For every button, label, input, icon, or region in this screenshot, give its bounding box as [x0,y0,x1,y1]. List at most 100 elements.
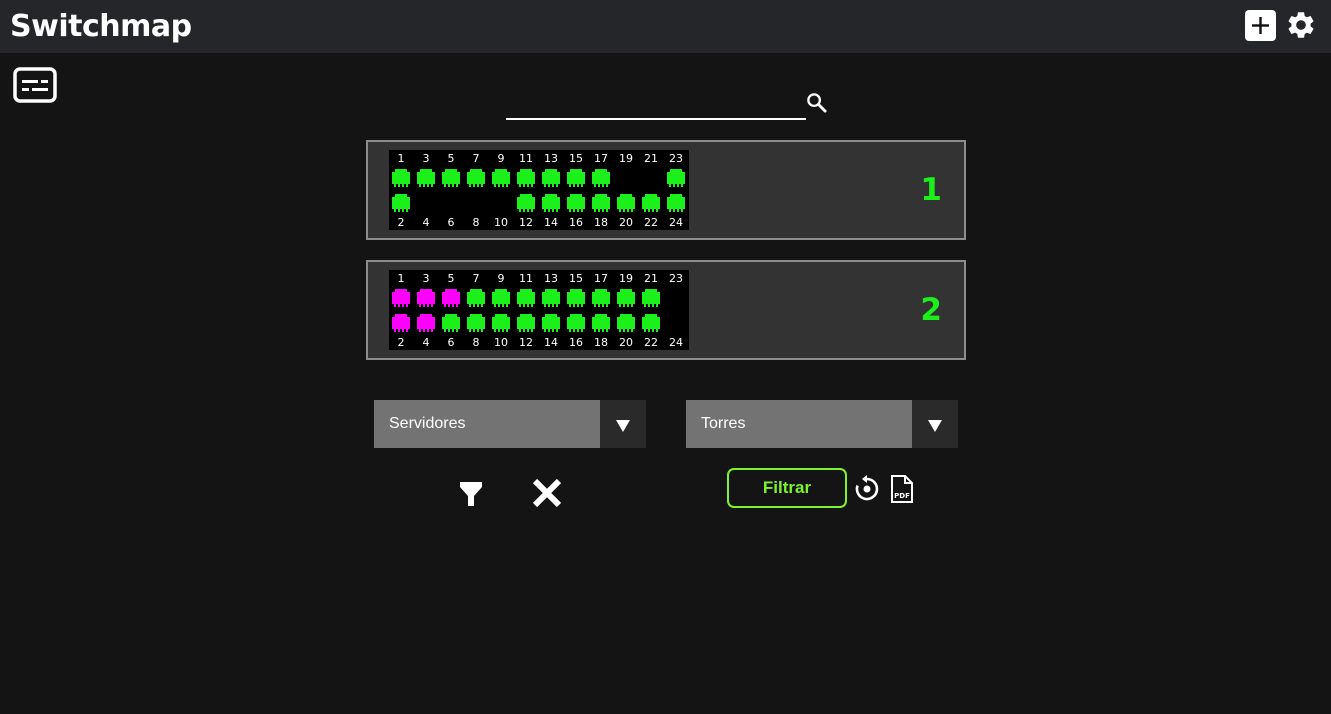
port-up[interactable] [617,314,635,332]
search-input[interactable] [506,88,806,118]
close-icon[interactable] [530,476,564,510]
reset-icon[interactable] [853,475,881,503]
switch-card[interactable]: 1 3 5 7 9 11 13 15 17 19 21 23 2 4 6 8 10 12 14 16 18 20 22 24 … [366,260,966,360]
port-label: 18 [594,336,608,349]
select-value: Torres [701,415,746,432]
add-switch-button[interactable] [1245,10,1276,41]
search-icon[interactable] [805,91,828,114]
port-label: 2 [397,336,405,349]
port-label: 12 [519,216,533,229]
port-up[interactable] [467,169,485,187]
port-up[interactable] [392,194,410,212]
search-field [506,88,806,120]
port-label: 4 [422,216,430,229]
port-off[interactable] [467,194,485,212]
port-alt[interactable] [392,289,410,307]
port-label: 16 [569,336,583,349]
port-up[interactable] [617,289,635,307]
port-label: 17 [594,152,608,165]
port-up[interactable] [667,169,685,187]
port-up[interactable] [517,169,535,187]
port-up[interactable] [642,194,660,212]
pdf-icon[interactable]: PDF [888,474,916,504]
port-label: 3 [422,152,430,165]
port-label: 23 [669,152,683,165]
port-off[interactable] [642,169,660,187]
switch-card[interactable]: 1 3 5 7 9 11 13 15 17 19 21 23 2 4 6 8 10 12 14 16 18 20 22 24 … [366,140,966,240]
port-up[interactable] [467,289,485,307]
port-up[interactable] [542,289,560,307]
top-bar: Switchmap [0,0,1331,53]
port-label: 3 [422,272,430,285]
port-label: 20 [619,336,633,349]
settings-button[interactable] [1285,9,1317,41]
port-up[interactable] [567,314,585,332]
port-off[interactable] [617,169,635,187]
port-up[interactable] [567,169,585,187]
port-off[interactable] [442,194,460,212]
port-label: 18 [594,216,608,229]
port-up[interactable] [592,314,610,332]
port-label: 20 [619,216,633,229]
port-alt[interactable] [417,289,435,307]
port-up[interactable] [517,194,535,212]
port-up[interactable] [517,289,535,307]
select-value: Servidores [389,415,466,432]
port-up[interactable] [492,314,510,332]
port-label: 13 [544,272,558,285]
subtitles-icon[interactable] [13,67,57,103]
port-alt[interactable] [392,314,410,332]
port-up[interactable] [542,194,560,212]
port-up[interactable] [492,289,510,307]
port-alt[interactable] [442,289,460,307]
port-up[interactable] [442,169,460,187]
port-up[interactable] [492,169,510,187]
dropdown-arrow[interactable] [912,400,958,448]
port-up[interactable] [417,169,435,187]
port-off[interactable] [667,314,685,332]
port-up[interactable] [592,289,610,307]
port-off[interactable] [492,194,510,212]
port-label: 22 [644,336,658,349]
funnel-icon[interactable] [457,478,485,508]
port-up[interactable] [542,314,560,332]
port-up[interactable] [542,169,560,187]
port-up[interactable] [642,289,660,307]
port-label: 14 [544,336,558,349]
port-off[interactable] [667,289,685,307]
switch-number: 2 [920,292,942,328]
port-label: 14 [544,216,558,229]
port-label: 9 [497,272,505,285]
port-label: 5 [447,272,455,285]
torres-select[interactable]: Torres [686,400,958,448]
plus-square-icon [1252,17,1269,34]
port-up[interactable] [667,194,685,212]
port-label: 10 [494,216,508,229]
port-up[interactable] [567,194,585,212]
port-up[interactable] [567,289,585,307]
dropdown-arrow[interactable] [600,400,646,448]
port-label: 11 [519,152,533,165]
port-label: 1 [397,152,405,165]
port-up[interactable] [592,169,610,187]
port-off[interactable] [417,194,435,212]
port-label: 24 [669,336,683,349]
port-label: 17 [594,272,608,285]
port-up[interactable] [442,314,460,332]
port-up[interactable] [392,169,410,187]
port-up[interactable] [517,314,535,332]
port-label: 22 [644,216,658,229]
port-up[interactable] [617,194,635,212]
gear-icon [1288,12,1314,38]
port-label: 6 [447,216,455,229]
port-up[interactable] [642,314,660,332]
port-label: 8 [472,216,480,229]
port-up[interactable] [592,194,610,212]
port-label: 15 [569,272,583,285]
filtrar-button[interactable]: Filtrar [727,468,847,508]
chevron-down-icon [928,420,942,432]
port-alt[interactable] [417,314,435,332]
servidores-select[interactable]: Servidores [374,400,646,448]
port-label: 5 [447,152,455,165]
port-up[interactable] [467,314,485,332]
